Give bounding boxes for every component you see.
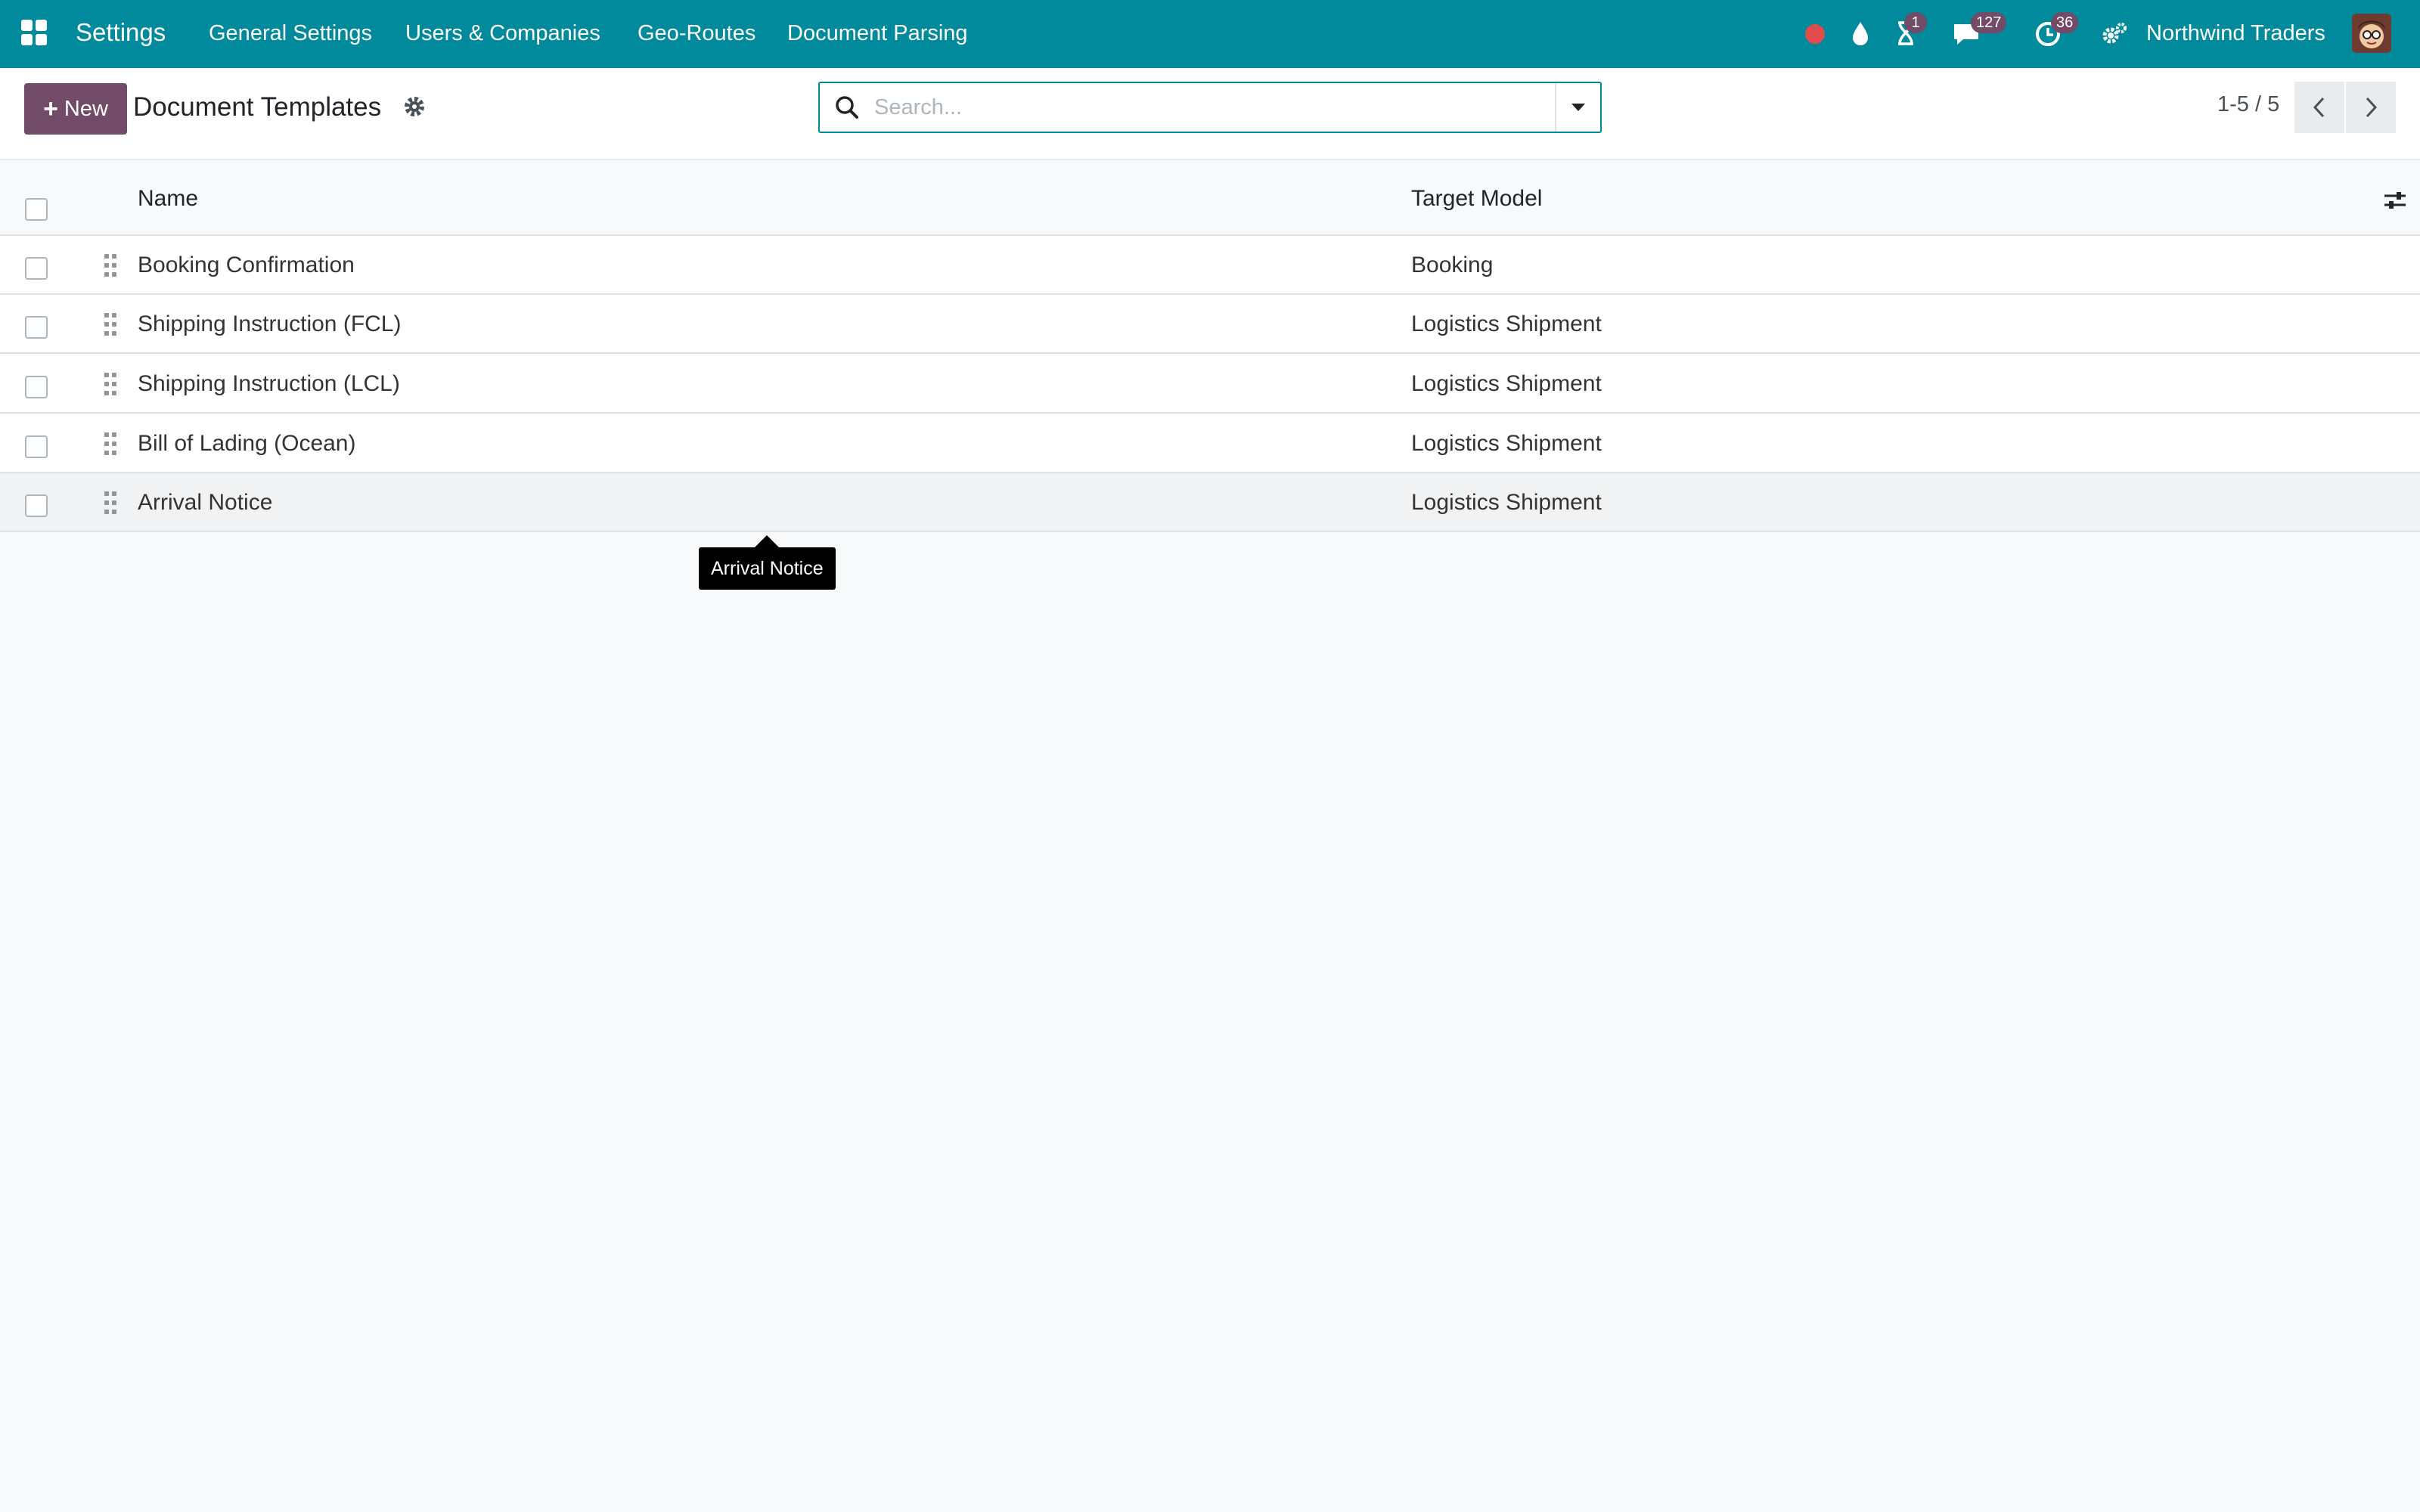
row-checkbox[interactable] [25, 316, 48, 339]
plus-icon: + [43, 94, 58, 123]
row-target-model: Logistics Shipment [1411, 311, 1602, 336]
gears-icon[interactable] [2099, 18, 2130, 48]
tooltip-arrow [755, 535, 779, 547]
timesheet-badge: 36 [2051, 12, 2079, 33]
gear-icon[interactable] [402, 94, 427, 119]
hourglass-icon[interactable]: 1 [1891, 12, 1927, 48]
menu-geo-routes[interactable]: Geo-Routes [638, 21, 755, 46]
row-checkbox[interactable] [25, 435, 48, 458]
menu-general-settings[interactable]: General Settings [209, 21, 372, 46]
activities-badge: 1 [1904, 12, 1927, 33]
menu-document-parsing[interactable]: Document Parsing [787, 21, 968, 46]
drag-handle-icon[interactable] [103, 432, 119, 457]
pager-value[interactable]: 1-5 / 5 [2217, 92, 2279, 117]
search-options-toggle[interactable] [1555, 83, 1600, 132]
drag-handle-icon[interactable] [103, 254, 119, 278]
chevron-left-icon [2313, 97, 2325, 118]
tooltip: Arrival Notice [699, 547, 836, 590]
row-checkbox[interactable] [25, 376, 48, 398]
pager-previous-button[interactable] [2294, 82, 2344, 133]
search-input[interactable] [874, 89, 1525, 125]
user-avatar[interactable] [2352, 14, 2391, 53]
column-header-name[interactable]: Name [138, 186, 198, 212]
row-name: Arrival Notice [138, 490, 273, 515]
main-navbar: Settings General Settings Users & Compan… [0, 0, 2420, 68]
status-dot-icon[interactable] [1800, 18, 1830, 48]
row-target-model: Booking [1411, 253, 1494, 277]
row-name: Bill of Lading (Ocean) [138, 431, 356, 456]
pager-next-button[interactable] [2346, 82, 2396, 133]
optional-columns-icon[interactable] [2382, 187, 2408, 213]
row-name: Booking Confirmation [138, 253, 355, 277]
column-header-target-model[interactable]: Target Model [1411, 186, 1542, 212]
messages-badge: 127 [1971, 12, 2007, 33]
table-row[interactable]: Shipping Instruction (LCL) Logistics Shi… [0, 355, 2420, 414]
search-icon [833, 94, 861, 121]
menu-users-companies[interactable]: Users & Companies [405, 21, 600, 46]
control-panel: + New Document Templates 1-5 / 5 [0, 68, 2420, 160]
drag-handle-icon[interactable] [103, 491, 119, 516]
page-title: Document Templates [133, 92, 382, 122]
row-name: Shipping Instruction (FCL) [138, 311, 402, 336]
table-row[interactable]: Booking Confirmation Booking [0, 236, 2420, 295]
new-button[interactable]: + New [24, 83, 127, 135]
row-checkbox[interactable] [25, 257, 48, 280]
company-switcher[interactable]: Northwind Traders [2146, 21, 2325, 46]
row-checkbox[interactable] [25, 494, 48, 517]
drag-handle-icon[interactable] [103, 373, 119, 397]
table-row[interactable]: Arrival Notice Logistics Shipment [0, 473, 2420, 532]
row-name: Shipping Instruction (LCL) [138, 371, 400, 396]
row-target-model: Logistics Shipment [1411, 490, 1602, 515]
table-row[interactable]: Shipping Instruction (FCL) Logistics Shi… [0, 295, 2420, 354]
chat-icon[interactable]: 127 [1951, 12, 2007, 48]
drop-icon[interactable] [1845, 18, 1876, 48]
app-name[interactable]: Settings [76, 18, 166, 47]
caret-down-icon [1571, 104, 1585, 111]
drag-handle-icon[interactable] [103, 313, 119, 337]
select-all-checkbox[interactable] [25, 198, 48, 221]
chevron-right-icon [2366, 97, 2378, 118]
new-button-label: New [64, 96, 108, 121]
apps-grid-icon[interactable] [21, 20, 48, 47]
clock-icon[interactable]: 36 [2033, 12, 2079, 48]
row-target-model: Logistics Shipment [1411, 371, 1602, 396]
row-target-model: Logistics Shipment [1411, 431, 1602, 456]
table-row[interactable]: Bill of Lading (Ocean) Logistics Shipmen… [0, 414, 2420, 473]
table-header: Name Target Model [0, 160, 2420, 236]
search-box [818, 82, 1602, 133]
